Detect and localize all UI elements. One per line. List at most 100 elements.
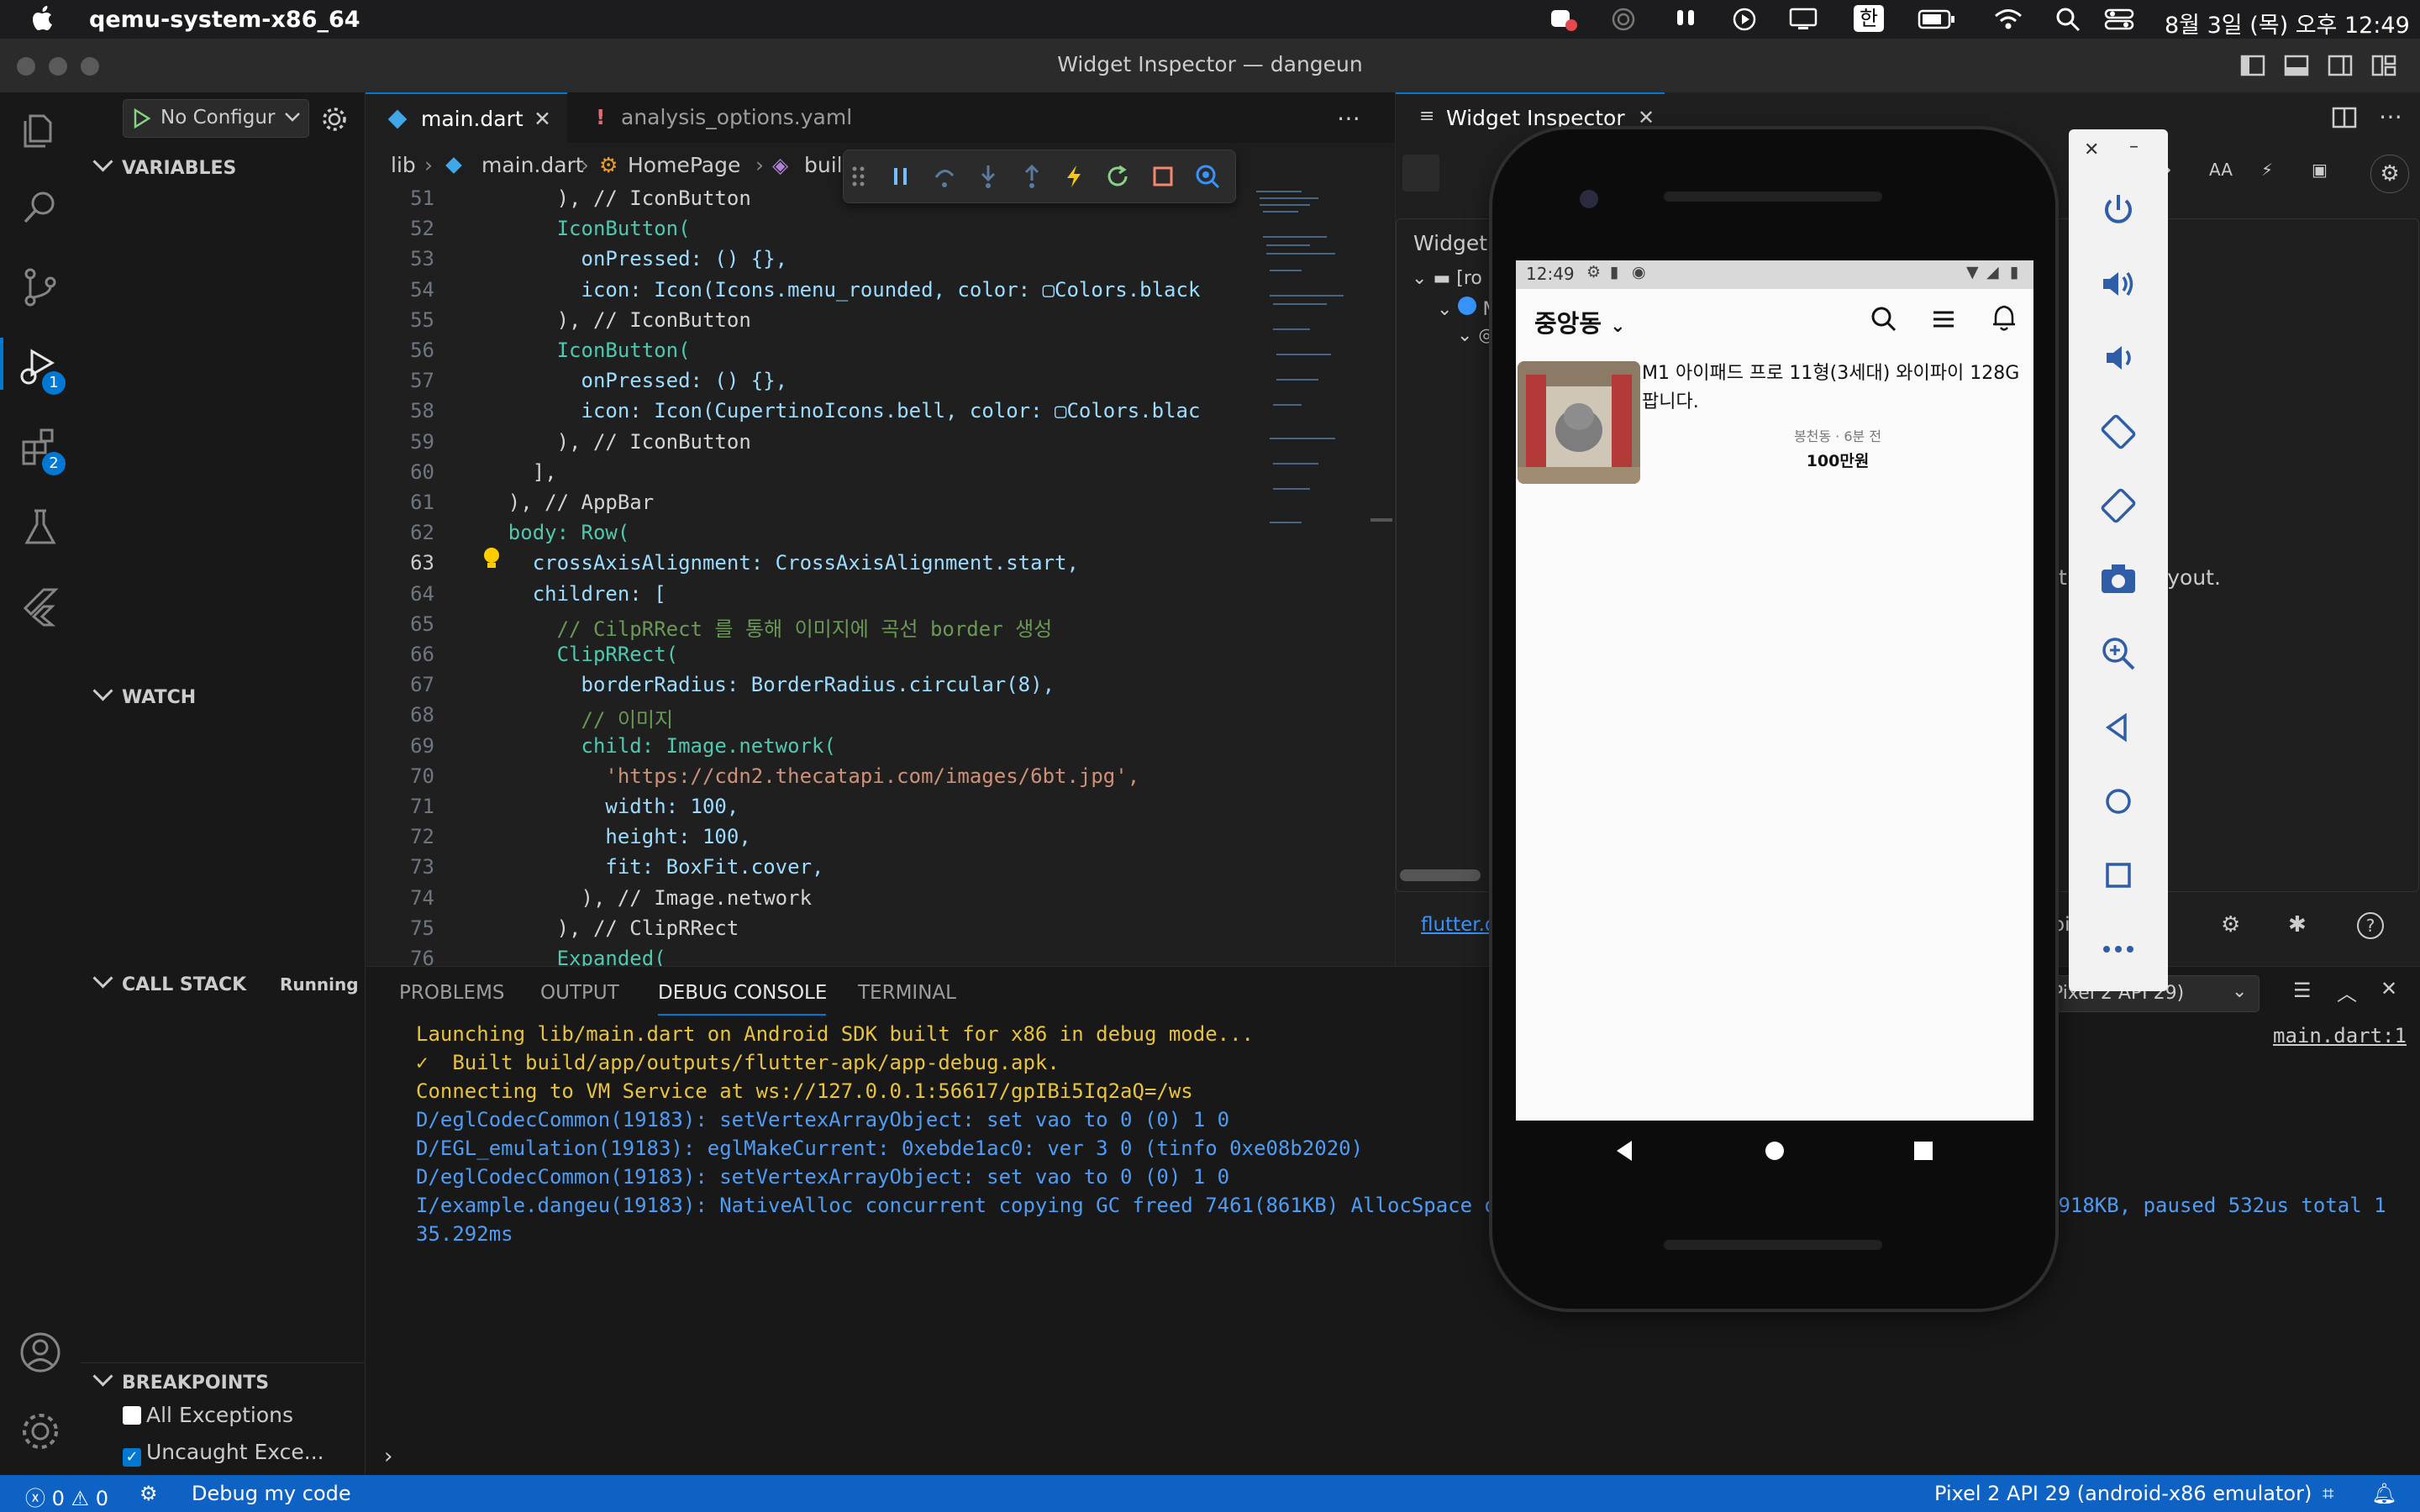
step-out-icon[interactable] (1020, 164, 1044, 189)
maximize-panel-icon[interactable]: ︿ (2337, 977, 2357, 1006)
airpods-icon[interactable] (1672, 7, 1699, 32)
zoom-icon[interactable] (2095, 630, 2142, 677)
more-actions-icon[interactable]: ⋯ (1337, 104, 1360, 132)
home-icon[interactable] (2095, 778, 2142, 825)
menu-icon[interactable] (1931, 307, 1956, 331)
tab-analysis-options[interactable]: ! analysis_options.yaml (567, 92, 852, 143)
drag-handle-icon[interactable] (850, 164, 867, 189)
back-icon[interactable] (2095, 704, 2142, 751)
breakpoint-checkbox-checked[interactable]: ✓ (123, 1448, 141, 1467)
vertical-scrollbar[interactable] (1370, 518, 1392, 522)
display-icon[interactable] (1788, 7, 1818, 32)
repaint-rainbow-icon[interactable]: ⚡ (2261, 160, 2273, 180)
debug-settings-gear-icon[interactable] (321, 106, 348, 133)
pause-icon[interactable] (891, 164, 911, 189)
minimap[interactable] (1251, 186, 1352, 590)
close-tab-icon[interactable]: ✕ (1638, 106, 1655, 129)
volume-down-icon[interactable] (2095, 334, 2142, 381)
lightbulb-icon[interactable] (481, 546, 502, 570)
more-actions-icon[interactable]: ⋯ (2379, 102, 2402, 130)
input-source-icon[interactable]: 한 (1854, 5, 1884, 32)
airdrop-icon[interactable] (1610, 7, 1637, 32)
volume-up-icon[interactable] (2095, 260, 2142, 307)
android-recents-button[interactable] (1914, 1142, 1933, 1160)
horizontal-scrollbar[interactable] (1400, 869, 1481, 881)
play-icon[interactable] (1731, 7, 1758, 32)
toggle-panel-icon[interactable] (2284, 54, 2309, 77)
breakpoints-section-header[interactable]: BREAKPOINTS (89, 1366, 269, 1394)
device-status[interactable]: Pixel 2 API 29 (android-x86 emulator) (1934, 1482, 2312, 1505)
breakpoint-checkbox[interactable] (123, 1406, 141, 1425)
feedback-icon[interactable]: ⌗ (2323, 1482, 2334, 1505)
breadcrumb-item[interactable]: main.dart (481, 153, 584, 177)
source-control-icon[interactable] (18, 265, 62, 309)
customize-layout-icon[interactable] (2371, 54, 2396, 77)
notifications-bell-icon[interactable]: 🔔︎ (2371, 1482, 2396, 1505)
code-editor[interactable]: 51 ), // IconButton 52 IconButton(53 onPr… (366, 186, 1395, 966)
variables-section-header[interactable]: VARIABLES (89, 151, 236, 179)
breadcrumb-item[interactable]: buil (804, 153, 843, 177)
console-input-prompt-icon[interactable]: › (384, 1444, 392, 1469)
hot-reload-icon[interactable] (1064, 164, 1084, 189)
run-config-dropdown[interactable]: No Configur (123, 99, 309, 138)
breadcrumb-item[interactable]: lib (391, 153, 416, 177)
select-widget-mode-icon[interactable] (1402, 155, 1439, 192)
help-icon[interactable]: ? (2357, 912, 2384, 939)
stop-icon[interactable] (1151, 165, 1175, 188)
rotate-right-icon[interactable] (2095, 482, 2142, 529)
flutter-icon[interactable] (18, 585, 62, 628)
watch-section-header[interactable]: WATCH (89, 680, 196, 708)
location-selector[interactable]: 중앙동 ⌄ (1534, 304, 1626, 339)
split-editor-icon[interactable] (2332, 106, 2357, 129)
record-icon[interactable] (1549, 7, 1578, 32)
explorer-icon[interactable] (18, 108, 62, 151)
restart-icon[interactable] (1106, 164, 1131, 189)
close-tab-icon[interactable]: ✕ (534, 94, 551, 144)
android-back-button[interactable] (1613, 1139, 1635, 1163)
android-home-button[interactable] (1765, 1141, 1785, 1161)
inspector-settings-gear-icon[interactable]: ⚙ (2370, 155, 2409, 193)
power-icon[interactable] (2095, 186, 2142, 234)
search-icon[interactable] (1870, 306, 1897, 333)
clear-console-icon[interactable]: ☰ (2293, 979, 2312, 1002)
image-sizes-icon[interactable]: ▣ (2312, 160, 2328, 180)
breakpoint-item[interactable]: ✓ Uncaught Exce... (123, 1440, 324, 1467)
spotlight-search-icon[interactable] (2055, 7, 2081, 32)
debug-icon[interactable]: ⚙ (139, 1482, 158, 1505)
tree-root-row[interactable]: ⌄ ▬ [ro (1412, 268, 1482, 289)
wifi-icon[interactable] (1993, 7, 2023, 32)
tab-debug-console[interactable]: DEBUG CONSOLE (658, 982, 827, 1004)
apple-icon[interactable] (32, 5, 55, 32)
open-devtools-icon[interactable] (1195, 164, 1220, 189)
text-scale-icon[interactable]: AA (2209, 160, 2233, 180)
battery-icon[interactable] (1918, 8, 1956, 30)
menubar-clock[interactable]: 8월 3일 (목) 오후 12:49 (2165, 7, 2410, 39)
overview-icon[interactable] (2095, 852, 2142, 899)
menubar-app-name[interactable]: qemu-system-x86_64 (89, 7, 360, 33)
accounts-icon[interactable] (18, 1331, 62, 1374)
breadcrumb-item[interactable]: HomePage (628, 153, 740, 177)
breakpoint-item[interactable]: All Exceptions (123, 1403, 293, 1427)
debug-bug-icon[interactable]: ✱ (2288, 912, 2307, 937)
screenshot-camera-icon[interactable] (2095, 556, 2142, 603)
minimize-emulator-icon[interactable]: – (2129, 136, 2139, 157)
close-emulator-icon[interactable]: ✕ (2084, 139, 2099, 160)
rotate-left-icon[interactable] (2095, 408, 2142, 455)
step-into-icon[interactable] (976, 164, 1000, 189)
debug-my-code-toggle[interactable]: Debug my code (192, 1482, 351, 1505)
start-debugging-icon[interactable] (130, 107, 152, 130)
tab-main-dart[interactable]: main.dart ✕ (366, 92, 567, 144)
tree-row[interactable]: ⌄ M (1437, 297, 1498, 320)
tab-problems[interactable]: PROBLEMS (399, 982, 505, 1004)
search-icon[interactable] (18, 186, 62, 230)
toggle-secondary-sidebar-icon[interactable] (2328, 54, 2353, 77)
more-options-icon[interactable] (2095, 926, 2142, 973)
inspector-settings-icon[interactable]: ⚙ (2221, 912, 2240, 937)
step-over-icon[interactable] (933, 164, 956, 189)
settings-gear-icon[interactable] (18, 1410, 62, 1453)
call-stack-section-header[interactable]: CALL STACK (89, 968, 246, 995)
product-list-item[interactable]: M1 아이패드 프로 11형(3세대) 와이파이 128G 팝니다. 봉천동 ·… (1516, 360, 2033, 486)
toggle-sidebar-icon[interactable] (2240, 54, 2265, 77)
control-center-icon[interactable] (2104, 7, 2134, 32)
phone-screen[interactable]: 12:49 ⚙ ▮ ◉ ▼ ◢ ▮ 중앙동 ⌄ M1 아이패드 프로 11형(3… (1516, 260, 2033, 1121)
